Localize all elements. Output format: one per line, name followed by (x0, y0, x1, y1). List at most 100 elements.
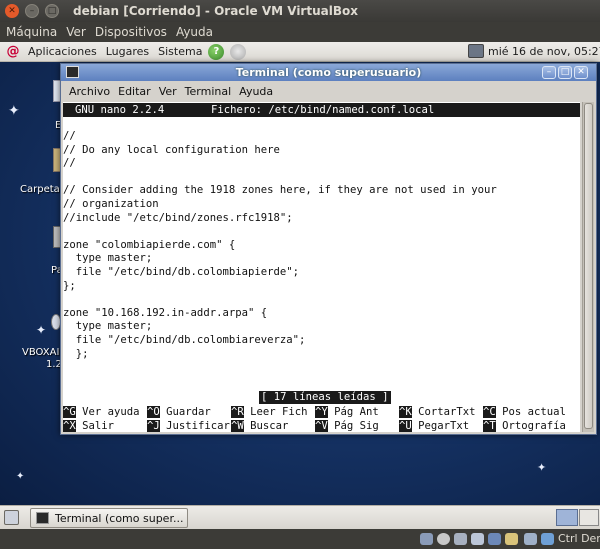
mail-client-icon[interactable] (230, 43, 247, 60)
shared-folder-icon[interactable] (471, 533, 484, 545)
show-desktop-icon[interactable] (4, 510, 19, 525)
shortcut-key: ^U (399, 420, 412, 432)
shortcut-key: ^Y (315, 406, 328, 418)
file-line: file "/etc/bind/db.colombiapierde"; (63, 265, 299, 278)
terminal-scrollbar[interactable] (582, 102, 594, 432)
file-line: zone "10.168.192.in-addr.arpa" { (63, 306, 268, 319)
shortcut-key: ^K (399, 406, 412, 418)
file-line (63, 225, 497, 239)
file-line: type master; (63, 252, 153, 265)
host-key-label: Ctrl Der (558, 532, 600, 545)
menu-dispositivos[interactable]: Dispositivos (95, 25, 167, 39)
shortcut-key: ^X (63, 420, 76, 432)
nano-shortcut: ^X Salir (63, 419, 114, 432)
nano-shortcut: ^C Pos actual (483, 405, 566, 419)
menu-ver[interactable]: Ver (66, 25, 86, 39)
shortcut-label: Ver ayuda (82, 406, 140, 418)
workspace-switcher-1[interactable] (556, 509, 578, 526)
menu-ayuda[interactable]: Ayuda (176, 25, 213, 39)
shortcut-label: Justificar (166, 420, 230, 432)
nano-shortcut: ^J Justificar (147, 419, 230, 432)
menu-terminal[interactable]: Terminal (185, 85, 232, 98)
shortcut-label: Pos actual (502, 406, 566, 418)
shortcut-key: ^G (63, 406, 76, 418)
file-line: file "/etc/bind/db.colombiareverza"; (63, 333, 306, 346)
menu-archivo[interactable]: Archivo (69, 85, 110, 98)
close-icon[interactable]: ✕ (5, 4, 19, 18)
usb-icon[interactable] (454, 533, 467, 545)
minimize-icon[interactable]: – (25, 4, 39, 18)
maximize-icon[interactable]: □ (558, 66, 572, 79)
mouse-integration-icon[interactable] (524, 533, 537, 545)
workspace-switcher-2[interactable] (579, 509, 599, 526)
menu-editar[interactable]: Editar (118, 85, 151, 98)
star-icon: ✦ (36, 323, 47, 337)
shortcut-key: ^O (147, 406, 160, 418)
network-adapter-icon[interactable] (488, 533, 501, 545)
menu-maquina[interactable]: Máquina (6, 25, 57, 39)
bottom-panel: Terminal (como super... (0, 505, 600, 529)
desktop-label: Carpeta (20, 184, 60, 195)
shortcut-label: Buscar (250, 420, 289, 432)
network-icon[interactable] (468, 44, 484, 58)
shortcut-label: PegarTxt (418, 420, 470, 432)
terminal-menubar: Archivo Editar Ver Terminal Ayuda (61, 81, 596, 102)
guest-top-panel: @ Aplicaciones Lugares Sistema ? mié 16 … (0, 42, 600, 62)
terminal-titlebar[interactable]: Terminal (como superusuario) – □ ✕ (61, 64, 596, 81)
file-line: // Do any local configuration here (63, 143, 280, 156)
shortcut-label: CortarTxt (418, 406, 476, 418)
shortcut-key: ^W (231, 420, 244, 432)
vbox-menubar: Máquina Ver Dispositivos Ayuda (0, 22, 600, 42)
file-line (63, 293, 497, 307)
terminal-screen[interactable]: GNU nano 2.2.4 Fichero: /etc/bind/named.… (63, 102, 580, 432)
nano-filename: Fichero: /etc/bind/named.conf.local (211, 104, 435, 116)
file-line: // Consider adding the 1918 zones here, … (63, 184, 497, 197)
shortcut-label: Leer Fich (250, 406, 308, 418)
taskbar-item-terminal[interactable]: Terminal (como super... (30, 508, 188, 528)
menu-sistema[interactable]: Sistema (158, 45, 202, 58)
menu-lugares[interactable]: Lugares (106, 45, 149, 58)
nano-version: GNU nano 2.2.4 (75, 104, 165, 116)
window-title: debian [Corriendo] - Oracle VM VirtualBo… (73, 4, 358, 18)
cd-icon[interactable] (437, 533, 450, 545)
vbox-statusbar: Ctrl Der (0, 529, 600, 549)
shortcut-label: Salir (82, 420, 115, 432)
nano-shortcut: ^R Leer Fich (231, 405, 308, 419)
shortcut-label: Pág Ant (334, 406, 379, 418)
nano-status-message: [ 17 líneas leídas ] (259, 391, 391, 404)
host-key-arrow-icon[interactable] (541, 533, 554, 545)
panel-clock[interactable]: mié 16 de nov, 05:27 (488, 45, 600, 58)
nano-shortcut: ^U PegarTxt (399, 419, 469, 432)
file-line: // (63, 130, 76, 142)
file-line: type master; (63, 320, 153, 333)
shortcut-label: Pág Sig (334, 420, 379, 432)
minimize-icon[interactable]: – (542, 66, 556, 79)
taskbar-item-label: Terminal (como super... (55, 511, 184, 525)
menu-ver[interactable]: Ver (159, 85, 177, 98)
nano-shortcut: ^G Ver ayuda (63, 405, 140, 419)
debian-logo-icon[interactable]: @ (6, 44, 20, 59)
menu-ayuda[interactable]: Ayuda (239, 85, 273, 98)
star-icon: ✦ (8, 103, 20, 119)
star-icon: ✦ (16, 471, 25, 482)
maximize-icon[interactable]: □ (45, 4, 59, 18)
scrollbar-thumb[interactable] (584, 103, 593, 429)
shortcut-key: ^C (483, 406, 496, 418)
terminal-window: Terminal (como superusuario) – □ ✕ Archi… (60, 63, 597, 435)
file-line: zone "colombiapierde.com" { (63, 238, 236, 251)
hard-disk-icon[interactable] (420, 533, 433, 545)
recording-icon[interactable] (505, 533, 518, 545)
star-icon: ✦ (537, 461, 547, 474)
nano-shortcut: ^K CortarTxt (399, 405, 476, 419)
nano-shortcut: ^W Buscar (231, 419, 288, 432)
file-line: // (63, 157, 76, 170)
menu-aplicaciones[interactable]: Aplicaciones (28, 45, 97, 58)
help-icon[interactable]: ? (208, 43, 225, 60)
terminal-title: Terminal (como superusuario) (235, 66, 422, 79)
nano-header: GNU nano 2.2.4 Fichero: /etc/bind/named.… (63, 103, 580, 117)
shortcut-key: ^J (147, 420, 160, 432)
shortcut-key: ^R (231, 406, 244, 418)
shortcut-key: ^T (483, 420, 496, 432)
close-icon[interactable]: ✕ (574, 66, 588, 79)
file-content[interactable]: //// Do any local configuration here// //… (63, 130, 497, 361)
